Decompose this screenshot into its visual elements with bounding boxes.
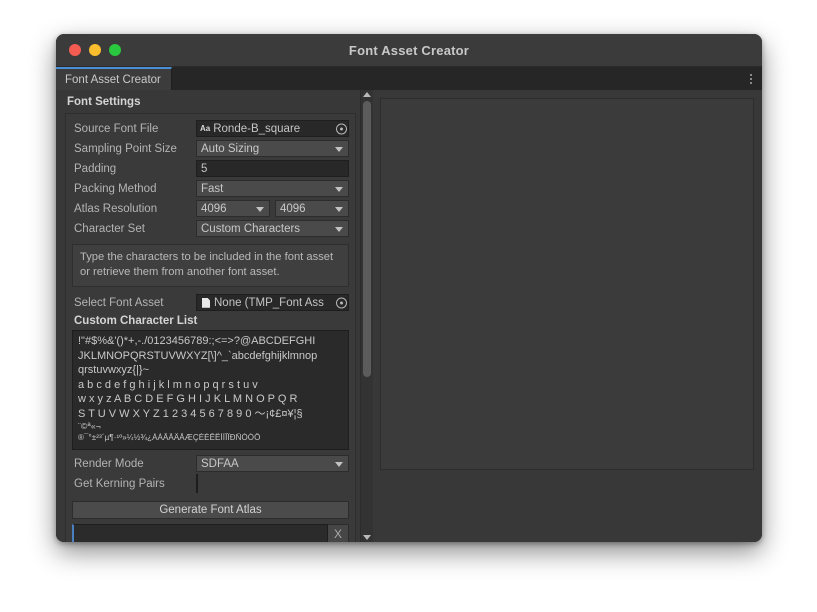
- chevron-down-icon: [335, 146, 343, 152]
- progress-field[interactable]: [72, 524, 328, 542]
- tab-bar: Font Asset Creator: [56, 67, 762, 90]
- render-mode-dropdown[interactable]: SDFAA: [196, 455, 349, 473]
- select-font-asset-picker-icon[interactable]: [336, 297, 347, 309]
- char-line: ¨©ª«¬: [78, 421, 101, 432]
- sampling-point-size-value: Auto Sizing: [201, 142, 260, 155]
- settings-column: Font Settings Source Font File Aa Ronde-…: [56, 90, 360, 542]
- label-get-kerning-pairs: Get Kerning Pairs: [74, 477, 165, 490]
- progress-row: X: [72, 524, 349, 542]
- source-font-file-field[interactable]: Aa Ronde-B_square: [196, 120, 349, 137]
- chevron-down-icon: [256, 206, 264, 212]
- window-title: Font Asset Creator: [348, 42, 470, 58]
- atlas-resolution-width-dropdown[interactable]: 4096: [196, 200, 270, 217]
- row-padding: Padding 5: [72, 159, 349, 178]
- row-sampling-point-size: Sampling Point Size Auto Sizing: [72, 139, 349, 158]
- render-mode-value: SDFAA: [201, 457, 239, 470]
- close-button[interactable]: [69, 44, 81, 56]
- char-line: !"#$%&'()*+,-./0123456789:;<=>?@ABCDEFGH…: [78, 335, 316, 348]
- traffic-lights: [56, 44, 121, 56]
- scrollbar-thumb[interactable]: [363, 101, 371, 377]
- get-kerning-pairs-checkbox[interactable]: [196, 474, 198, 494]
- row-character-set: Character Set Custom Characters: [72, 219, 349, 238]
- char-line: ®¯°±²³´µ¶·¹º»¼½¾¿ÀÁÂÃÄÅÆÇÈÉÊËÌÍÎÏÐÑÒÓÔ: [78, 432, 261, 442]
- packing-method-value: Fast: [201, 182, 224, 195]
- atlas-resolution-height-value: 4096: [280, 202, 306, 215]
- tab-label: Font Asset Creator: [65, 73, 161, 86]
- row-render-mode: Render Mode SDFAA: [72, 454, 349, 473]
- scrollbar-track[interactable]: [361, 97, 373, 535]
- padding-input[interactable]: 5: [196, 160, 349, 177]
- font-asset-creator-window: Font Asset Creator Font Asset Creator Fo…: [56, 34, 762, 542]
- preview-column: [373, 90, 762, 542]
- chevron-down-icon: [335, 226, 343, 232]
- char-line: qrstuvwxyz{|}~: [78, 364, 150, 377]
- font-settings-panel: Source Font File Aa Ronde-B_square Sampl…: [65, 113, 356, 542]
- document-icon: [202, 297, 210, 308]
- clear-button[interactable]: X: [328, 524, 349, 542]
- tab-font-asset-creator[interactable]: Font Asset Creator: [56, 67, 172, 90]
- custom-character-list-heading: Custom Character List: [74, 315, 198, 328]
- atlas-resolution-width-value: 4096: [201, 202, 227, 215]
- char-line: S T U V W X Y Z 1 2 3 4 5 6 7 8 9 0 ～¡¢£…: [78, 407, 303, 420]
- label-select-font-asset: Select Font Asset: [74, 296, 164, 309]
- character-set-value: Custom Characters: [201, 222, 301, 235]
- row-atlas-resolution: Atlas Resolution 4096 4096: [72, 199, 349, 218]
- scroll-down-arrow-icon[interactable]: [363, 535, 371, 540]
- minimize-button[interactable]: [89, 44, 101, 56]
- label-source-font-file: Source Font File: [74, 122, 159, 135]
- label-render-mode: Render Mode: [74, 457, 144, 470]
- window-titlebar: Font Asset Creator: [56, 34, 762, 67]
- source-font-file-picker-icon[interactable]: [336, 123, 347, 134]
- aa-font-icon: Aa: [200, 123, 211, 133]
- custom-character-list-textarea[interactable]: !"#$%&'()*+,-./0123456789:;<=>?@ABCDEFGH…: [72, 330, 349, 451]
- char-line: w x y z A B C D E F G H I J K L M N O P …: [78, 393, 298, 406]
- row-select-font-asset: Select Font Asset None (TMP_Font Ass: [72, 293, 349, 312]
- label-character-set: Character Set: [74, 222, 145, 235]
- font-atlas-preview: [380, 98, 754, 470]
- sampling-point-size-dropdown[interactable]: Auto Sizing: [196, 140, 349, 157]
- zoom-button[interactable]: [109, 44, 121, 56]
- generate-font-atlas-button[interactable]: Generate Font Atlas: [72, 501, 349, 520]
- vertical-scrollbar[interactable]: [360, 90, 373, 542]
- label-padding: Padding: [74, 162, 117, 175]
- chevron-down-icon: [335, 186, 343, 192]
- row-packing-method: Packing Method Fast: [72, 179, 349, 198]
- label-packing-method: Packing Method: [74, 182, 157, 195]
- atlas-resolution-height-dropdown[interactable]: 4096: [275, 200, 349, 217]
- source-font-file-value: Ronde-B_square: [213, 122, 301, 135]
- window-body: Font Settings Source Font File Aa Ronde-…: [56, 90, 762, 542]
- help-text: Type the characters to be included in th…: [72, 244, 349, 288]
- label-atlas-resolution: Atlas Resolution: [74, 202, 158, 215]
- character-set-dropdown[interactable]: Custom Characters: [196, 220, 349, 237]
- generate-font-atlas-label: Generate Font Atlas: [159, 504, 262, 517]
- packing-method-dropdown[interactable]: Fast: [196, 180, 349, 197]
- padding-value: 5: [201, 162, 208, 175]
- chevron-down-icon: [335, 461, 343, 467]
- char-line: JKLMNOPQRSTUVWXYZ[\]^_`abcdefghijklmnop: [78, 349, 318, 362]
- row-get-kerning-pairs: Get Kerning Pairs: [72, 474, 349, 494]
- kebab-menu-icon[interactable]: [740, 67, 762, 90]
- select-font-asset-field[interactable]: None (TMP_Font Ass: [196, 294, 349, 312]
- row-source-font-file: Source Font File Aa Ronde-B_square: [72, 119, 349, 138]
- label-sampling-point-size: Sampling Point Size: [74, 142, 177, 155]
- char-line: a b c d e f g h i j k l m n o p q r s t …: [78, 378, 258, 391]
- chevron-down-icon: [335, 206, 343, 212]
- font-settings-heading: Font Settings: [67, 96, 141, 108]
- select-font-asset-value: None (TMP_Font Ass: [214, 296, 324, 309]
